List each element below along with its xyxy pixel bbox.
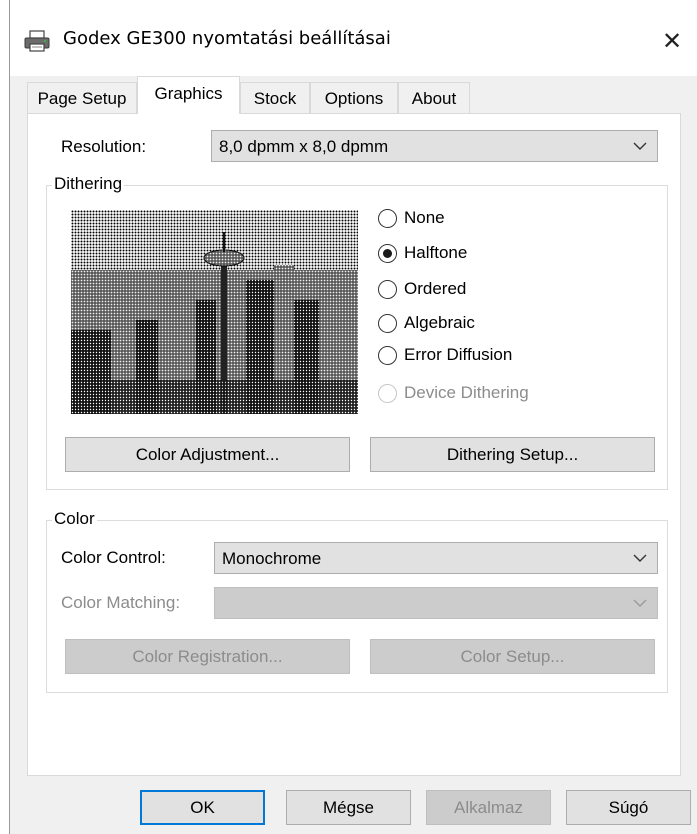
tab-about[interactable]: About — [398, 82, 470, 113]
radio-button-checked[interactable] — [378, 244, 397, 263]
tab-page-setup[interactable]: Page Setup — [27, 82, 137, 113]
title-bar: Godex GE300 nyomtatási beállításai ✕ — [10, 0, 697, 76]
radio-button[interactable] — [378, 314, 397, 333]
resolution-value: 8,0 dpmm x 8,0 dpmm — [219, 137, 389, 156]
chevron-down-icon — [633, 554, 647, 562]
resolution-select[interactable]: 8,0 dpmm x 8,0 dpmm — [211, 130, 658, 162]
ok-button[interactable]: OK — [140, 790, 265, 825]
tab-label: Page Setup — [37, 89, 127, 108]
close-button[interactable]: ✕ — [656, 26, 688, 56]
radio-button[interactable] — [378, 209, 397, 228]
help-button[interactable]: Súgó — [566, 790, 691, 825]
color-matching-label: Color Matching: — [61, 593, 181, 612]
tab-stock[interactable]: Stock — [240, 82, 310, 113]
city-skyline-preview — [71, 210, 358, 414]
radio-label: Device Dithering — [404, 383, 529, 402]
color-control-label: Color Control: — [61, 548, 166, 567]
color-control-value: Monochrome — [222, 549, 322, 568]
resolution-label: Resolution: — [61, 137, 147, 156]
tab-label: Options — [324, 89, 384, 108]
printer-icon — [24, 30, 50, 52]
radio-label: Algebraic — [404, 313, 475, 332]
close-icon: ✕ — [661, 27, 683, 55]
tab-label: Stock — [253, 89, 297, 108]
color-adjustment-button[interactable]: Color Adjustment... — [65, 437, 350, 472]
radio-label: None — [404, 208, 445, 227]
dithering-preview-image — [71, 210, 358, 414]
dithering-group-title: Dithering — [52, 174, 125, 194]
radio-label: Error Diffusion — [404, 345, 513, 364]
chevron-down-icon — [633, 142, 647, 150]
tab-graphics[interactable]: Graphics — [137, 76, 240, 114]
tab-label: Graphics — [154, 84, 223, 103]
dithering-setup-button[interactable]: Dithering Setup... — [370, 437, 655, 472]
radio-button-disabled — [378, 384, 397, 403]
radio-label: Ordered — [404, 279, 467, 298]
radio-label: Halftone — [404, 243, 468, 262]
window-title: Godex GE300 nyomtatási beállításai — [63, 28, 391, 49]
color-registration-button: Color Registration... — [65, 639, 350, 674]
cancel-button[interactable]: Mégse — [286, 790, 411, 825]
tab-label: About — [411, 89, 457, 108]
radio-button[interactable] — [378, 346, 397, 365]
color-matching-select — [214, 587, 658, 619]
apply-button: Alkalmaz — [426, 790, 551, 825]
color-control-select[interactable]: Monochrome — [214, 542, 658, 574]
chevron-down-icon — [633, 599, 647, 607]
color-setup-button: Color Setup... — [370, 639, 655, 674]
tab-options[interactable]: Options — [310, 82, 398, 113]
color-group-title: Color — [52, 509, 97, 529]
radio-button[interactable] — [378, 280, 397, 299]
printer-preferences-dialog: Godex GE300 nyomtatási beállításai ✕ Pag… — [9, 0, 697, 834]
